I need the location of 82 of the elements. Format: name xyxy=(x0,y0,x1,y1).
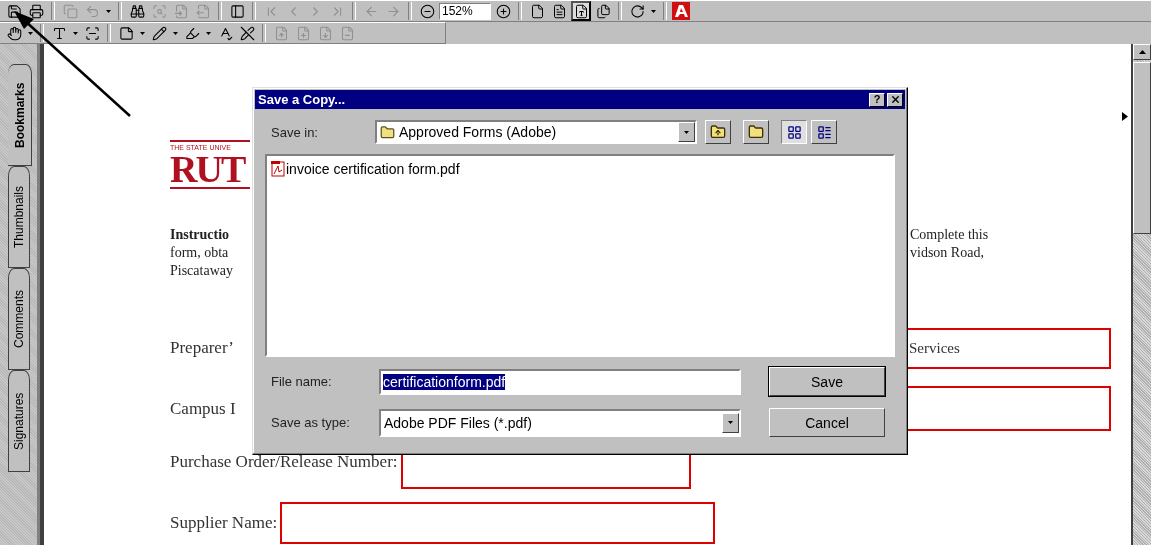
page-down-icon xyxy=(317,25,333,41)
hand-icon xyxy=(6,25,22,41)
dialog-title: Save a Copy... xyxy=(258,92,347,107)
scroll-thumb[interactable] xyxy=(1133,62,1151,234)
close-button[interactable] xyxy=(887,92,903,107)
new-folder-icon xyxy=(748,124,764,140)
instruction-text: Complete this xyxy=(910,227,989,242)
dropdown-button[interactable] xyxy=(678,122,695,142)
copy-icon xyxy=(62,3,78,19)
zoom-out-icon xyxy=(419,3,435,19)
form-field[interactable] xyxy=(280,502,716,544)
up-folder-button[interactable] xyxy=(705,120,731,144)
document-left-icon xyxy=(173,3,189,19)
snapshot-icon xyxy=(84,25,100,41)
rotate-icon xyxy=(629,3,645,19)
file-type-dropdown[interactable]: Adobe PDF Files (*.pdf) xyxy=(379,408,741,437)
file-name-field[interactable]: certificationform.pdf xyxy=(379,368,741,395)
field-label: Preparer’ xyxy=(170,338,234,357)
forward-arrow-icon xyxy=(385,3,401,19)
panel-icon xyxy=(229,3,245,19)
reflow-icon xyxy=(595,3,611,19)
page-minus-icon xyxy=(339,25,355,41)
caret-icon xyxy=(106,9,111,13)
new-folder-button[interactable] xyxy=(743,120,769,144)
printer-icon xyxy=(28,3,44,19)
logo-icon[interactable] xyxy=(672,2,690,20)
field-label: Campus I xyxy=(170,398,236,418)
instruction-text: Piscataway xyxy=(170,263,233,278)
pen-icon xyxy=(239,25,255,41)
view-mode-button[interactable] xyxy=(571,1,591,21)
logo-wordmark: RUT xyxy=(170,151,250,189)
pdf-file-icon xyxy=(271,161,285,177)
dialog-button[interactable]: Cancel xyxy=(769,408,885,437)
side-tab[interactable]: Signatures xyxy=(8,370,30,472)
instruction-text: Instructio xyxy=(170,227,230,242)
dialog-button[interactable]: Save xyxy=(769,367,885,396)
dropdown-button[interactable] xyxy=(722,412,739,433)
caret-icon xyxy=(173,31,178,35)
field-label: Save in: xyxy=(270,124,319,140)
undo-icon xyxy=(84,3,100,19)
field-label: Save as type: xyxy=(270,415,351,430)
help-button[interactable]: ? xyxy=(869,92,885,107)
grid-view-icon xyxy=(786,124,802,140)
caret-icon xyxy=(140,31,145,35)
pencil-icon xyxy=(151,25,167,41)
close-icon xyxy=(889,94,901,105)
zoom-in-icon xyxy=(495,3,511,19)
instruction-text: vidson Road, xyxy=(910,245,984,260)
fit-width-icon xyxy=(573,3,589,19)
folder-up-icon xyxy=(710,124,726,140)
page-up-icon xyxy=(273,25,289,41)
scroll-up-button[interactable] xyxy=(1133,44,1151,60)
binoculars-icon xyxy=(129,3,145,19)
document-right-icon xyxy=(195,3,211,19)
side-tab[interactable]: Bookmarks xyxy=(8,64,32,166)
panel-menu-icon[interactable] xyxy=(1122,112,1128,121)
field-label: File name: xyxy=(270,374,333,389)
file-item[interactable]: invoice certification form.pdf xyxy=(271,160,889,178)
folder-icon xyxy=(380,124,395,140)
caret-icon xyxy=(28,31,33,35)
side-tab[interactable]: Comments xyxy=(8,268,30,370)
view-button[interactable] xyxy=(781,120,807,144)
caret-icon xyxy=(728,421,733,424)
caret-icon xyxy=(684,130,689,134)
zoom-field[interactable]: 152% xyxy=(439,2,491,20)
up-arrow-icon xyxy=(1138,50,1146,54)
search-icon xyxy=(151,3,167,19)
fit-page-icon xyxy=(551,3,567,19)
note-icon xyxy=(118,25,134,41)
caret-icon xyxy=(651,9,656,13)
page-icon xyxy=(529,3,545,19)
list-view-icon xyxy=(816,124,832,140)
caret-icon xyxy=(73,31,78,35)
highlighter-icon xyxy=(184,25,200,41)
field-label: Purchase Order/Release Number: xyxy=(170,452,398,472)
text-select-icon xyxy=(51,25,67,41)
folder-dropdown[interactable]: Approved Forms (Adobe) xyxy=(375,120,697,144)
instruction-text: form, obta xyxy=(170,245,229,260)
page-plus-icon xyxy=(295,25,311,41)
field-label: Supplier Name: xyxy=(170,513,278,533)
side-tab[interactable]: Thumbnails xyxy=(8,166,30,268)
caret-icon xyxy=(206,31,211,35)
